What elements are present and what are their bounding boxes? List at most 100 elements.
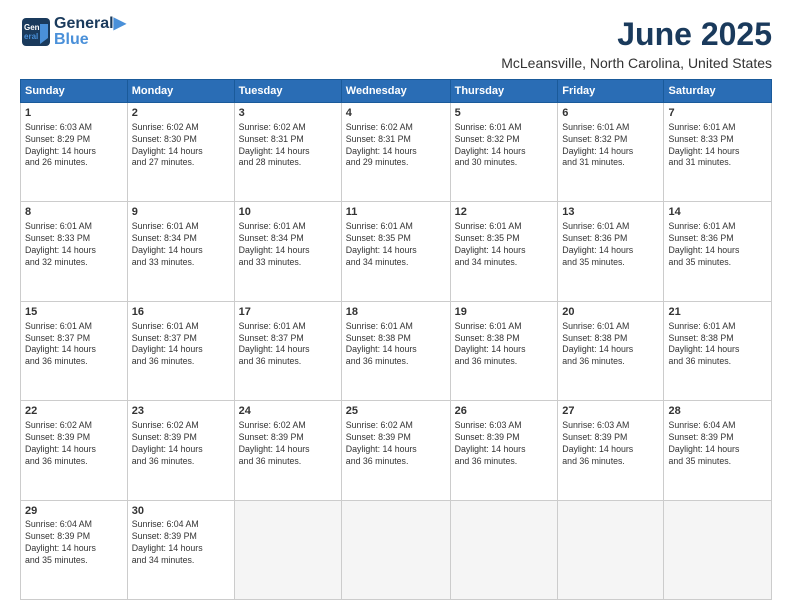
- day-cell: 23Sunrise: 6:02 AM Sunset: 8:39 PM Dayli…: [127, 401, 234, 500]
- day-info: Sunrise: 6:02 AM Sunset: 8:31 PM Dayligh…: [239, 122, 337, 170]
- day-cell: 6Sunrise: 6:01 AM Sunset: 8:32 PM Daylig…: [558, 103, 664, 202]
- day-number: 11: [346, 205, 446, 220]
- logo-text: General▶: [54, 16, 126, 32]
- page: Gen eral General▶ Blue June 2025 McLeans…: [0, 0, 792, 612]
- day-cell: 25Sunrise: 6:02 AM Sunset: 8:39 PM Dayli…: [341, 401, 450, 500]
- day-cell: [450, 500, 558, 599]
- col-header-saturday: Saturday: [664, 80, 772, 103]
- day-cell: 5Sunrise: 6:01 AM Sunset: 8:32 PM Daylig…: [450, 103, 558, 202]
- col-header-monday: Monday: [127, 80, 234, 103]
- day-info: Sunrise: 6:01 AM Sunset: 8:38 PM Dayligh…: [455, 321, 554, 369]
- day-number: 29: [25, 504, 123, 519]
- day-info: Sunrise: 6:01 AM Sunset: 8:37 PM Dayligh…: [132, 321, 230, 369]
- day-cell: [558, 500, 664, 599]
- day-info: Sunrise: 6:01 AM Sunset: 8:35 PM Dayligh…: [455, 221, 554, 269]
- day-info: Sunrise: 6:01 AM Sunset: 8:34 PM Dayligh…: [132, 221, 230, 269]
- day-number: 8: [25, 205, 123, 220]
- day-number: 12: [455, 205, 554, 220]
- day-number: 28: [668, 404, 767, 419]
- day-number: 19: [455, 305, 554, 320]
- week-row-5: 29Sunrise: 6:04 AM Sunset: 8:39 PM Dayli…: [21, 500, 772, 599]
- day-cell: 12Sunrise: 6:01 AM Sunset: 8:35 PM Dayli…: [450, 202, 558, 301]
- day-info: Sunrise: 6:04 AM Sunset: 8:39 PM Dayligh…: [668, 420, 767, 468]
- day-info: Sunrise: 6:01 AM Sunset: 8:38 PM Dayligh…: [562, 321, 659, 369]
- day-cell: 24Sunrise: 6:02 AM Sunset: 8:39 PM Dayli…: [234, 401, 341, 500]
- day-number: 4: [346, 106, 446, 121]
- day-info: Sunrise: 6:01 AM Sunset: 8:35 PM Dayligh…: [346, 221, 446, 269]
- day-cell: 30Sunrise: 6:04 AM Sunset: 8:39 PM Dayli…: [127, 500, 234, 599]
- subtitle: McLeansville, North Carolina, United Sta…: [501, 55, 772, 71]
- day-number: 3: [239, 106, 337, 121]
- day-info: Sunrise: 6:01 AM Sunset: 8:38 PM Dayligh…: [346, 321, 446, 369]
- day-number: 22: [25, 404, 123, 419]
- day-cell: 16Sunrise: 6:01 AM Sunset: 8:37 PM Dayli…: [127, 301, 234, 400]
- day-number: 17: [239, 305, 337, 320]
- day-cell: 1Sunrise: 6:03 AM Sunset: 8:29 PM Daylig…: [21, 103, 128, 202]
- header-row: SundayMondayTuesdayWednesdayThursdayFrid…: [21, 80, 772, 103]
- day-info: Sunrise: 6:04 AM Sunset: 8:39 PM Dayligh…: [25, 519, 123, 567]
- day-cell: 14Sunrise: 6:01 AM Sunset: 8:36 PM Dayli…: [664, 202, 772, 301]
- main-title: June 2025: [501, 16, 772, 53]
- day-number: 25: [346, 404, 446, 419]
- day-number: 15: [25, 305, 123, 320]
- col-header-friday: Friday: [558, 80, 664, 103]
- day-info: Sunrise: 6:01 AM Sunset: 8:34 PM Dayligh…: [239, 221, 337, 269]
- logo-icon: Gen eral: [20, 16, 52, 48]
- day-number: 5: [455, 106, 554, 121]
- day-number: 13: [562, 205, 659, 220]
- day-info: Sunrise: 6:01 AM Sunset: 8:36 PM Dayligh…: [562, 221, 659, 269]
- day-number: 24: [239, 404, 337, 419]
- day-cell: 9Sunrise: 6:01 AM Sunset: 8:34 PM Daylig…: [127, 202, 234, 301]
- col-header-tuesday: Tuesday: [234, 80, 341, 103]
- day-number: 27: [562, 404, 659, 419]
- day-cell: 26Sunrise: 6:03 AM Sunset: 8:39 PM Dayli…: [450, 401, 558, 500]
- day-info: Sunrise: 6:02 AM Sunset: 8:39 PM Dayligh…: [25, 420, 123, 468]
- day-number: 16: [132, 305, 230, 320]
- day-cell: 22Sunrise: 6:02 AM Sunset: 8:39 PM Dayli…: [21, 401, 128, 500]
- day-cell: 18Sunrise: 6:01 AM Sunset: 8:38 PM Dayli…: [341, 301, 450, 400]
- day-cell: 8Sunrise: 6:01 AM Sunset: 8:33 PM Daylig…: [21, 202, 128, 301]
- calendar-header: SundayMondayTuesdayWednesdayThursdayFrid…: [21, 80, 772, 103]
- day-cell: 20Sunrise: 6:01 AM Sunset: 8:38 PM Dayli…: [558, 301, 664, 400]
- day-number: 23: [132, 404, 230, 419]
- day-info: Sunrise: 6:01 AM Sunset: 8:36 PM Dayligh…: [668, 221, 767, 269]
- logo: Gen eral General▶ Blue: [20, 16, 126, 48]
- calendar-table: SundayMondayTuesdayWednesdayThursdayFrid…: [20, 79, 772, 600]
- day-cell: 19Sunrise: 6:01 AM Sunset: 8:38 PM Dayli…: [450, 301, 558, 400]
- day-cell: 27Sunrise: 6:03 AM Sunset: 8:39 PM Dayli…: [558, 401, 664, 500]
- day-number: 1: [25, 106, 123, 121]
- svg-text:Gen: Gen: [24, 23, 40, 32]
- day-cell: 11Sunrise: 6:01 AM Sunset: 8:35 PM Dayli…: [341, 202, 450, 301]
- day-number: 26: [455, 404, 554, 419]
- day-info: Sunrise: 6:03 AM Sunset: 8:39 PM Dayligh…: [455, 420, 554, 468]
- header: Gen eral General▶ Blue June 2025 McLeans…: [20, 16, 772, 71]
- day-cell: 10Sunrise: 6:01 AM Sunset: 8:34 PM Dayli…: [234, 202, 341, 301]
- logo-blue: Blue: [54, 32, 126, 48]
- day-info: Sunrise: 6:01 AM Sunset: 8:38 PM Dayligh…: [668, 321, 767, 369]
- day-cell: 2Sunrise: 6:02 AM Sunset: 8:30 PM Daylig…: [127, 103, 234, 202]
- day-info: Sunrise: 6:02 AM Sunset: 8:30 PM Dayligh…: [132, 122, 230, 170]
- day-cell: [341, 500, 450, 599]
- day-info: Sunrise: 6:02 AM Sunset: 8:39 PM Dayligh…: [132, 420, 230, 468]
- day-cell: [664, 500, 772, 599]
- day-number: 2: [132, 106, 230, 121]
- day-cell: 13Sunrise: 6:01 AM Sunset: 8:36 PM Dayli…: [558, 202, 664, 301]
- day-cell: 4Sunrise: 6:02 AM Sunset: 8:31 PM Daylig…: [341, 103, 450, 202]
- day-info: Sunrise: 6:04 AM Sunset: 8:39 PM Dayligh…: [132, 519, 230, 567]
- day-cell: 3Sunrise: 6:02 AM Sunset: 8:31 PM Daylig…: [234, 103, 341, 202]
- day-number: 9: [132, 205, 230, 220]
- day-info: Sunrise: 6:01 AM Sunset: 8:37 PM Dayligh…: [25, 321, 123, 369]
- day-info: Sunrise: 6:02 AM Sunset: 8:39 PM Dayligh…: [239, 420, 337, 468]
- day-number: 14: [668, 205, 767, 220]
- day-info: Sunrise: 6:03 AM Sunset: 8:29 PM Dayligh…: [25, 122, 123, 170]
- day-number: 10: [239, 205, 337, 220]
- day-cell: 15Sunrise: 6:01 AM Sunset: 8:37 PM Dayli…: [21, 301, 128, 400]
- day-cell: 28Sunrise: 6:04 AM Sunset: 8:39 PM Dayli…: [664, 401, 772, 500]
- col-header-wednesday: Wednesday: [341, 80, 450, 103]
- day-cell: [234, 500, 341, 599]
- day-cell: 17Sunrise: 6:01 AM Sunset: 8:37 PM Dayli…: [234, 301, 341, 400]
- week-row-2: 8Sunrise: 6:01 AM Sunset: 8:33 PM Daylig…: [21, 202, 772, 301]
- day-info: Sunrise: 6:01 AM Sunset: 8:32 PM Dayligh…: [562, 122, 659, 170]
- col-header-thursday: Thursday: [450, 80, 558, 103]
- title-block: June 2025 McLeansville, North Carolina, …: [501, 16, 772, 71]
